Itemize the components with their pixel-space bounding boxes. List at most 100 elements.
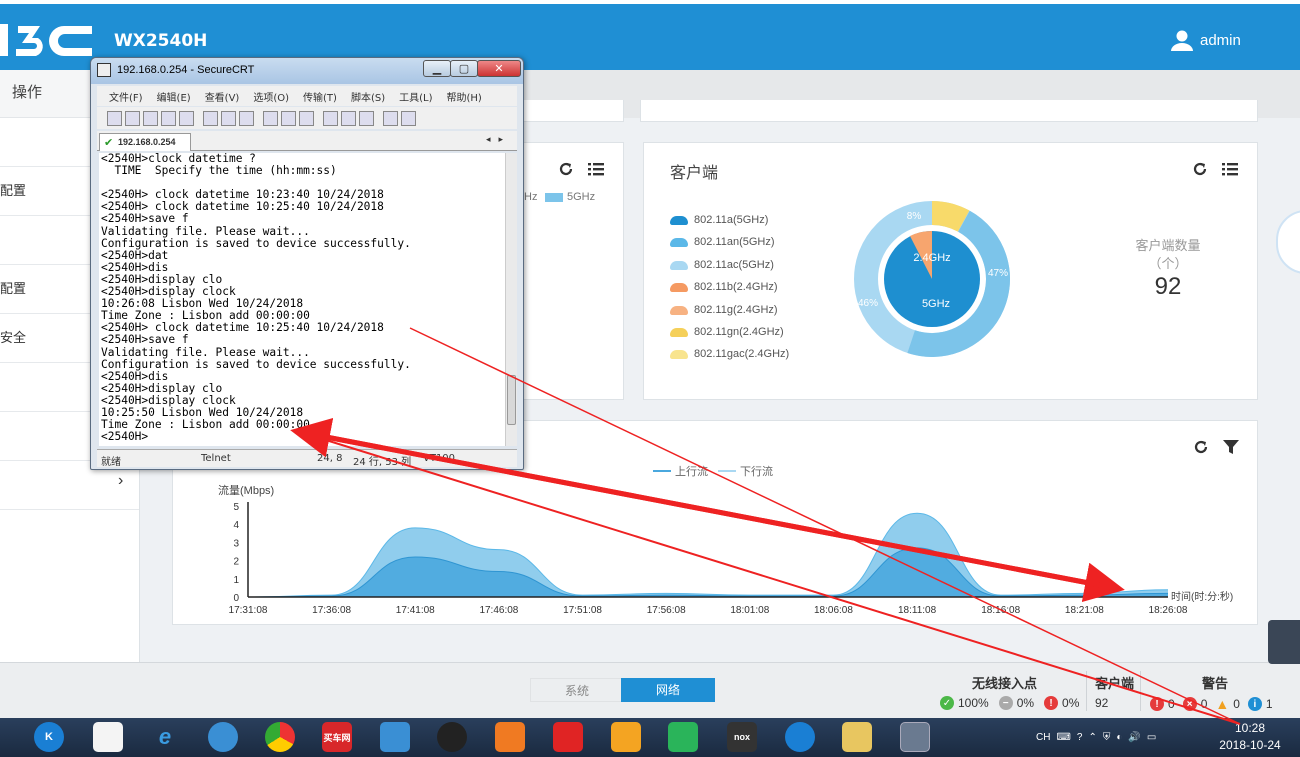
paste-icon[interactable] bbox=[221, 110, 236, 126]
taskbar-clock[interactable]: 10:28 2018-10-24 bbox=[1205, 720, 1295, 754]
maximize-button[interactable]: ▢ bbox=[450, 60, 478, 77]
legend-item[interactable]: 802.11gn(2.4GHz) bbox=[670, 326, 784, 338]
clock-time: 10:28 bbox=[1234, 721, 1266, 735]
menu-view[interactable]: 查看(V) bbox=[205, 89, 240, 104]
taskbar-app-player[interactable] bbox=[668, 722, 698, 752]
securecrt-title: 192.168.0.254 - SecureCRT bbox=[117, 64, 255, 76]
legend-item[interactable]: 802.11a(5GHz) bbox=[670, 214, 768, 226]
terminal-scrollbar[interactable] bbox=[505, 153, 517, 446]
taskbar-app-search[interactable] bbox=[208, 722, 238, 752]
x-tick-label: 17:56:08 bbox=[647, 605, 686, 616]
side-tab-icon[interactable] bbox=[1268, 620, 1300, 664]
taskbar-app-box[interactable] bbox=[611, 722, 641, 752]
assistant-bubble-icon[interactable] bbox=[1276, 210, 1300, 274]
menu-file[interactable]: 文件(F) bbox=[109, 89, 143, 104]
clients-count: 92 bbox=[1154, 273, 1182, 300]
language-indicator[interactable]: CH bbox=[1036, 732, 1050, 743]
menu-script[interactable]: 脚本(S) bbox=[351, 89, 385, 104]
taskbar-app-ie[interactable]: e bbox=[150, 722, 180, 752]
menu-edit[interactable]: 编辑(E) bbox=[157, 89, 191, 104]
taskbar-app-securecrt[interactable] bbox=[900, 722, 930, 752]
refresh-icon[interactable] bbox=[1192, 161, 1208, 177]
legend-item[interactable]: 802.11g(2.4GHz) bbox=[670, 304, 778, 316]
legend-item[interactable]: 802.11b(2.4GHz) bbox=[670, 281, 778, 293]
close-button[interactable]: ✕ bbox=[477, 60, 521, 77]
securecrt-tabbar: ✔ 192.168.0.254 ◂▸ bbox=[97, 131, 517, 151]
scrollbar-thumb[interactable] bbox=[507, 375, 516, 425]
nav-expand-icon[interactable]: › bbox=[118, 472, 123, 490]
taskbar-app-pdf[interactable] bbox=[495, 722, 525, 752]
terminal-output[interactable]: <2540H>clock datetime ? TIME Specify the… bbox=[99, 153, 505, 446]
volume-icon[interactable]: 🔊 bbox=[1128, 732, 1140, 743]
legend-label: 802.11b(2.4GHz) bbox=[694, 281, 778, 293]
panel-left-tools bbox=[558, 161, 604, 177]
tab-scroll-icons[interactable]: ◂▸ bbox=[486, 134, 511, 145]
list-icon[interactable] bbox=[588, 161, 604, 177]
taskbar-app-k[interactable]: K bbox=[34, 722, 64, 752]
help-icon[interactable] bbox=[383, 110, 398, 126]
display-icon[interactable]: ▭ bbox=[1147, 732, 1156, 743]
top-panel-right bbox=[640, 100, 1258, 122]
taskbar-app-explorer[interactable] bbox=[842, 722, 872, 752]
taskbar-app-notepad[interactable] bbox=[93, 722, 123, 752]
minimize-button[interactable]: ▁ bbox=[423, 60, 451, 77]
bottom-status-bar: 系统 网络 无线接入点 ✓ 100% −0% ! 0% 客户端 92 警告 ! 0 ×… bbox=[0, 662, 1300, 718]
divider bbox=[1140, 671, 1141, 711]
copy-icon[interactable] bbox=[203, 110, 218, 126]
user-menu[interactable]: admin bbox=[1170, 28, 1241, 52]
taskbar-app-maiche[interactable]: 买车网 bbox=[322, 722, 352, 752]
legend-item[interactable]: 802.11gac(2.4GHz) bbox=[670, 348, 789, 360]
session-options-icon[interactable] bbox=[323, 110, 338, 126]
divider bbox=[1086, 671, 1087, 711]
donut-label-2g: 2.4GHz bbox=[913, 252, 950, 264]
menu-transfer[interactable]: 传输(T) bbox=[303, 89, 337, 104]
keyboard-icon[interactable] bbox=[401, 110, 416, 126]
taskbar-app-chrome[interactable] bbox=[265, 722, 295, 752]
menu-tools[interactable]: 工具(L) bbox=[399, 89, 432, 104]
ap-online: 100% bbox=[958, 696, 989, 710]
x-tick-label: 18:11:08 bbox=[898, 605, 937, 616]
connect-tab-icon[interactable] bbox=[143, 110, 158, 126]
connect-icon[interactable] bbox=[107, 110, 122, 126]
network-icon[interactable]: ◐ bbox=[1116, 732, 1122, 743]
help-icon[interactable]: ? bbox=[1077, 732, 1083, 743]
quick-connect-icon[interactable] bbox=[125, 110, 140, 126]
legend-item[interactable]: 802.11ac(5GHz) bbox=[670, 259, 774, 271]
tab-system[interactable]: 系统 bbox=[530, 678, 624, 702]
session-tab[interactable]: ✔ 192.168.0.254 bbox=[99, 133, 191, 151]
legend-label: 802.11gac(2.4GHz) bbox=[694, 348, 790, 360]
find-icon[interactable] bbox=[239, 110, 254, 126]
refresh-icon[interactable] bbox=[558, 161, 574, 177]
taskbar-app-qq[interactable] bbox=[437, 722, 467, 752]
tab-network[interactable]: 网络 bbox=[621, 678, 715, 702]
printer-icon[interactable] bbox=[299, 110, 314, 126]
status-ready: 就绪 bbox=[101, 457, 121, 468]
legend-label: 上行流 bbox=[675, 464, 708, 478]
keyboard-icon[interactable]: ⌨ bbox=[1056, 732, 1070, 743]
legend-item[interactable]: 802.11an(5GHz) bbox=[670, 236, 775, 248]
securecrt-titlebar[interactable]: 192.168.0.254 - SecureCRT ▁ ▢ ✕ bbox=[91, 58, 523, 84]
print-icon[interactable] bbox=[263, 110, 278, 126]
shield-icon[interactable]: ⛨ bbox=[1103, 732, 1111, 743]
menu-options[interactable]: 选项(O) bbox=[253, 89, 289, 104]
global-options-icon[interactable] bbox=[341, 110, 356, 126]
terminal-line: Configuration is saved to device success… bbox=[101, 236, 411, 250]
ap-fault: 0% bbox=[1062, 696, 1080, 710]
taskbar-app-nox[interactable]: nox bbox=[727, 722, 757, 752]
tray-expand-icon[interactable]: ⌃ bbox=[1088, 732, 1096, 743]
print-setup-icon[interactable] bbox=[281, 110, 296, 126]
panel-clients-tools bbox=[1192, 161, 1238, 177]
taskbar-app-music[interactable] bbox=[553, 722, 583, 752]
clients-count-unit: （个） bbox=[1148, 256, 1188, 271]
securecrt-window[interactable]: 192.168.0.254 - SecureCRT ▁ ▢ ✕ 文件(F) 编辑… bbox=[90, 57, 524, 470]
menu-help[interactable]: 帮助(H) bbox=[446, 89, 481, 104]
status-emulation: VT100 bbox=[423, 453, 456, 464]
taskbar-app-mail[interactable] bbox=[380, 722, 410, 752]
disconnect-icon[interactable] bbox=[179, 110, 194, 126]
list-icon[interactable] bbox=[1222, 161, 1238, 177]
reconnect-icon[interactable] bbox=[161, 110, 176, 126]
keymap-icon[interactable] bbox=[359, 110, 374, 126]
legend-5g-swatch bbox=[545, 193, 563, 202]
taskbar-app-teamviewer[interactable] bbox=[785, 722, 815, 752]
donut-label-8: 8% bbox=[907, 211, 922, 222]
